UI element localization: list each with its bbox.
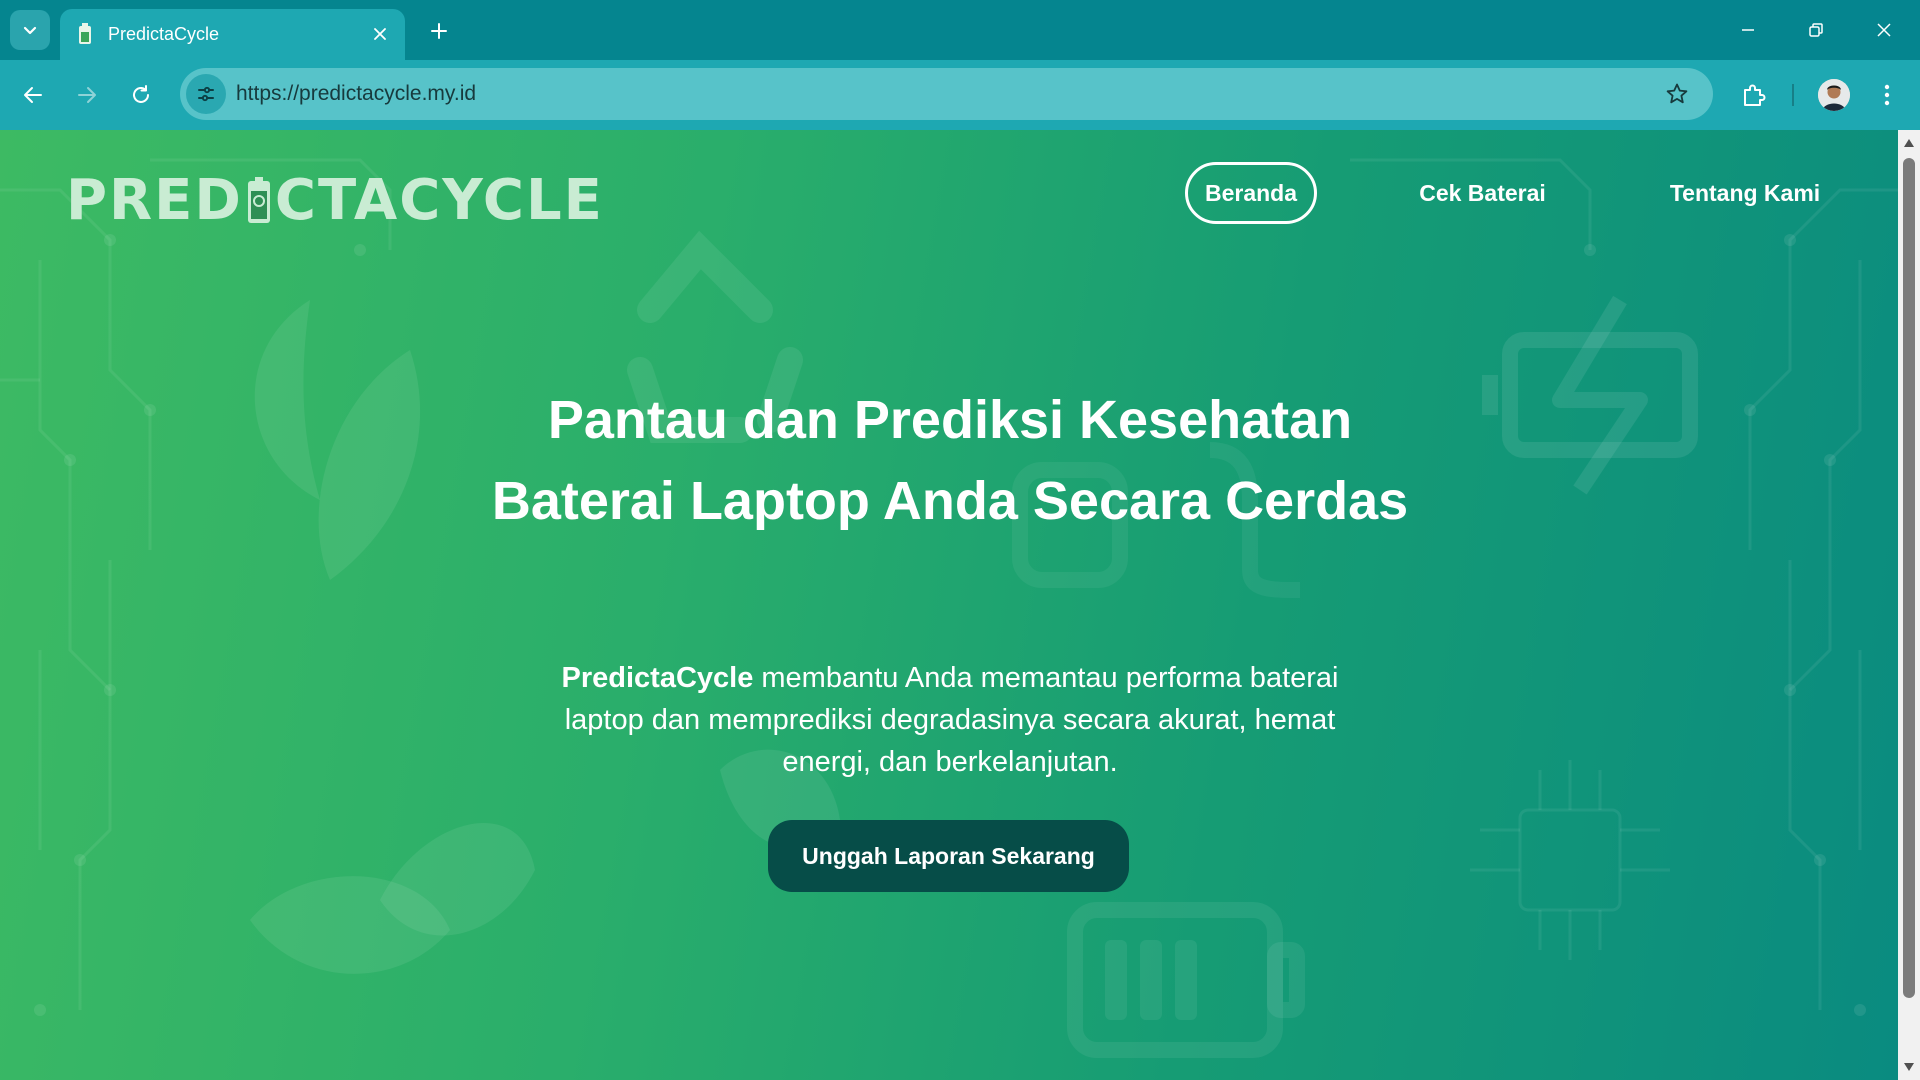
reload-button[interactable] [124,78,158,112]
browser-tab-bar: PredictaCycle [0,0,1920,60]
page-scrollbar[interactable] [1898,130,1920,1080]
scroll-down-arrow[interactable] [1903,1062,1915,1072]
close-icon [374,28,386,40]
tab-title: PredictaCycle [108,24,220,44]
hero-subtitle: PredictaCycle membantu Anda memantau per… [530,657,1370,783]
restore-button[interactable] [1796,14,1836,46]
battery-favicon-icon [79,23,91,44]
triangle-up-icon [1904,139,1914,147]
toolbar-separator [1792,84,1794,106]
hero-title: Pantau dan Prediksi Kesehatan Baterai La… [491,390,1409,531]
nav-beranda[interactable]: Beranda [1185,162,1317,224]
logo-text-left: PRED [66,167,243,233]
url-text[interactable]: https://predictacycle.my.id [236,81,476,107]
arrow-right-icon [78,87,96,103]
star-icon [1666,83,1688,104]
kebab-icon [1884,84,1890,106]
nav-cek-baterai[interactable]: Cek Baterai [1405,162,1560,224]
tab-close-button[interactable] [369,23,391,45]
background-decoration [0,158,1898,1058]
plus-icon [431,23,447,39]
site-logo[interactable]: PRED CTACYCLE [66,167,604,233]
browser-tab[interactable]: PredictaCycle [60,9,405,60]
reload-icon [133,85,149,103]
logo-text-right: CTACYCLE [274,167,604,233]
browser-menu-button[interactable] [1870,78,1904,112]
new-tab-button[interactable] [426,18,452,44]
extensions-button[interactable] [1736,78,1770,112]
nav-tentang-kami[interactable]: Tentang Kami [1660,162,1830,224]
page-viewport: PRED CTACYCLE Beranda Cek Baterai Tentan… [0,130,1898,1080]
avatar-image [1818,79,1850,111]
scroll-up-arrow[interactable] [1903,138,1915,148]
tab-search-button[interactable] [10,10,50,50]
close-window-button[interactable] [1864,14,1904,46]
profile-avatar[interactable] [1818,79,1850,111]
address-bar[interactable]: https://predictacycle.my.id [180,68,1713,120]
puzzle-icon [1744,84,1766,106]
tune-icon [198,86,214,102]
hero-subtitle-brand: PredictaCycle [561,662,754,694]
battery-logo-icon [247,177,270,223]
bookmark-button[interactable] [1663,80,1691,108]
site-info-button[interactable] [186,74,226,114]
back-button[interactable] [16,78,50,112]
scrollbar-thumb[interactable] [1903,158,1915,998]
minimize-button[interactable] [1728,14,1768,46]
upload-report-button[interactable]: Unggah Laporan Sekarang [768,820,1129,892]
minimize-icon [1742,29,1754,31]
forward-button[interactable] [70,78,104,112]
browser-toolbar: https://predictacycle.my.id [0,60,1920,130]
restore-icon [1809,23,1823,37]
chevron-down-icon [23,26,37,35]
arrow-left-icon [24,87,42,103]
close-icon [1877,23,1891,37]
triangle-down-icon [1904,1063,1914,1071]
